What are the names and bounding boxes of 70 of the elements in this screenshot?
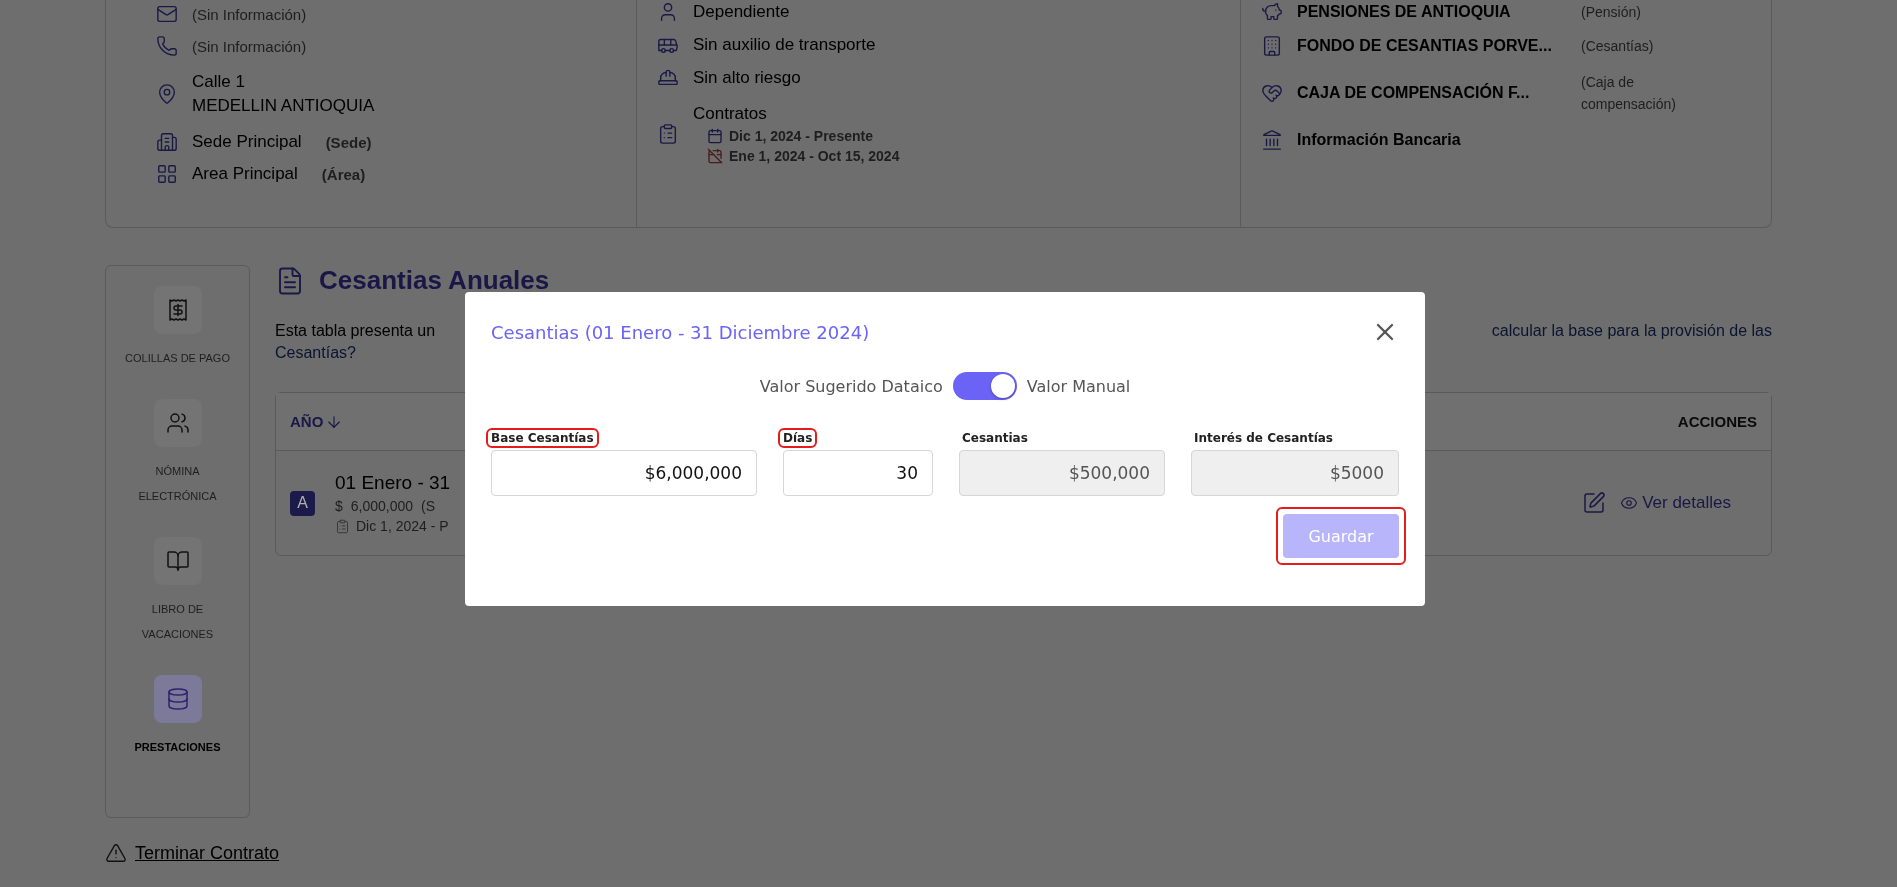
entity-role: (Cesantías): [1581, 36, 1655, 56]
phone-icon: [156, 35, 178, 57]
toggle-switch[interactable]: [952, 372, 1017, 400]
clipboard-icon: [335, 518, 350, 534]
eye-icon: [1620, 494, 1639, 512]
heart-handshake-icon: [1261, 82, 1283, 104]
field-label: Cesantias: [961, 430, 1029, 446]
year-badge: A: [290, 490, 315, 516]
period-text: 01 Enero - 31: [335, 472, 451, 494]
entity-name: PENSIONES DE ANTIOQUIA: [1297, 3, 1512, 21]
entity-role: (Pensión): [1581, 2, 1642, 22]
contract-text: Dic 1, 2024 - P: [356, 518, 449, 534]
sidebar-item-label[interactable]: PRESTACIONES: [134, 735, 221, 760]
sidebar-item-tile[interactable]: [153, 675, 202, 723]
field-label: Interés de Cesantías: [1193, 430, 1334, 446]
amount-text: 6,000,000: [350, 498, 414, 514]
sidebar-item-tile[interactable]: [153, 537, 202, 585]
sidebar-item-tile[interactable]: [153, 286, 202, 334]
column-header: ACCIONES: [1677, 413, 1757, 430]
sidebar-item-label[interactable]: NÓMINA ELECTRÓNICA: [117, 459, 238, 509]
modal-title: Cesantias (01 Enero - 31 Diciembre 2024): [491, 321, 870, 343]
entity-name: CAJA DE COMPENSACIÓN F...: [1297, 84, 1531, 102]
clipboard-icon: [657, 123, 679, 145]
info-text: Dependiente: [693, 2, 790, 22]
missing-info-text: (Sin Información): [192, 37, 307, 55]
address-line: Calle 1: [192, 72, 246, 92]
mail-icon: [156, 3, 178, 25]
input-field[interactable]: $6,000,000: [491, 450, 757, 496]
warning-icon: [105, 842, 127, 864]
view-details-link[interactable]: Ver detalles: [1620, 493, 1731, 513]
sidebar-item-label[interactable]: COLILLAS DE PAGO: [125, 346, 230, 371]
section-title: Cesantias Anuales: [319, 265, 550, 296]
coins-icon: [165, 687, 190, 711]
entity-role: (Caja de compensación): [1581, 72, 1677, 114]
info-text: Sede Principal: [192, 132, 302, 152]
amount-note: (S: [421, 498, 436, 514]
info-note: (Sede): [325, 133, 372, 151]
bank-icon: [1261, 129, 1283, 151]
book-icon: [165, 549, 190, 573]
building-icon: [1261, 35, 1283, 57]
description-text: Esta tabla presenta un: [275, 322, 436, 340]
column-header[interactable]: AÑO: [290, 412, 344, 431]
map-pin-icon: [156, 83, 178, 105]
info-text: Sin alto riesgo: [693, 68, 801, 88]
description-link[interactable]: calcular la base para la provisión de las: [1491, 322, 1772, 340]
input-field[interactable]: 30: [783, 450, 933, 496]
description-link[interactable]: Cesantías?: [275, 344, 356, 362]
grid-icon: [156, 163, 178, 185]
toggle-label: Valor Sugerido Dataico: [759, 376, 943, 396]
currency-sign: $: [335, 498, 343, 514]
field-label: Base Cesantías: [488, 430, 597, 446]
address-line: MEDELLIN ANTIOQUIA: [192, 96, 375, 116]
contract-period: Ene 1, 2024 - Oct 15, 2024: [729, 148, 900, 164]
building-icon: [156, 131, 178, 153]
toggle-label: Valor Manual: [1026, 376, 1131, 396]
piggy-bank-icon: [1261, 1, 1283, 23]
end-contract-link[interactable]: Terminar Contrato: [135, 842, 280, 864]
contracts-label: Contratos: [693, 104, 768, 124]
info-note: (Área): [321, 165, 366, 183]
edit-icon[interactable]: [1582, 491, 1607, 515]
info-text: Area Principal: [192, 164, 298, 184]
entity-name: FONDO DE CESANTIAS PORVE...: [1297, 37, 1553, 55]
field-label: Días: [780, 430, 816, 446]
info-text: Sin auxilio de transporte: [693, 35, 876, 55]
sidebar-item-label[interactable]: LIBRO DE VACACIONES: [117, 597, 238, 647]
contract-period: Dic 1, 2024 - Presente: [729, 128, 873, 144]
sidebar-item-tile[interactable]: [153, 399, 202, 447]
entity-name: Información Bancaria: [1297, 131, 1462, 149]
people-icon: [165, 411, 190, 435]
missing-info-text: (Sin Información): [192, 5, 307, 23]
